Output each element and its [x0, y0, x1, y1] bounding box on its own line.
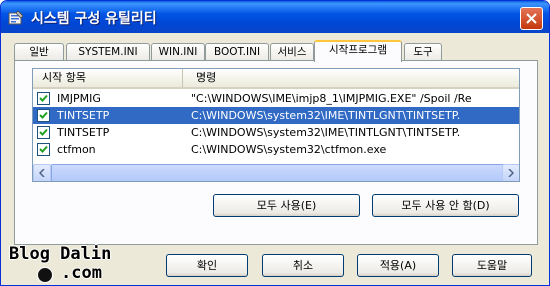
list-header: 시작 항목 명령 [33, 69, 519, 89]
watermark-line1: Blog Dalin [9, 244, 112, 264]
watermark-line2: .com [61, 263, 102, 283]
startup-list[interactable]: 시작 항목 명령 IMJPMIG "C:\WINDOWS\IME\imjp8_1… [32, 68, 520, 182]
startup-checkbox[interactable] [37, 126, 50, 139]
horizontal-scrollbar[interactable] [33, 164, 519, 181]
apply-button[interactable]: 적용(A) [357, 254, 439, 277]
startup-item-name: TINTSETP [57, 109, 110, 122]
enable-all-button[interactable]: 모두 사용(E) [213, 194, 360, 217]
help-button[interactable]: 도움말 [452, 254, 532, 277]
ok-button[interactable]: 확인 [166, 254, 248, 277]
chevron-right-icon [508, 169, 514, 177]
column-header-item[interactable]: 시작 항목 [33, 69, 183, 87]
watermark-ball-icon [37, 267, 53, 283]
title-bar[interactable]: 시스템 구성 유틸리티 [1, 1, 549, 33]
startup-checkbox[interactable] [37, 109, 50, 122]
tab-win-ini[interactable]: WIN.INI [151, 43, 205, 60]
checkmark-icon [39, 94, 48, 102]
disable-all-button[interactable]: 모두 사용 안 함(D) [372, 194, 519, 217]
column-header-command[interactable]: 명령 [187, 69, 216, 87]
close-icon [526, 13, 537, 24]
list-item[interactable]: TINTSETP C:\WINDOWS\system32\IME\TINTLGN… [33, 124, 519, 141]
startup-item-command: C:\WINDOWS\system32\ctfmon.exe [191, 143, 387, 156]
tab-general[interactable]: 일반 [14, 43, 64, 60]
close-button[interactable] [520, 7, 543, 30]
startup-item-name: ctfmon [57, 143, 96, 156]
tab-system-ini[interactable]: SYSTEM.INI [66, 43, 150, 60]
scroll-right-button[interactable] [502, 164, 519, 181]
checkmark-icon [39, 145, 48, 153]
startup-panel: 시작 항목 명령 IMJPMIG "C:\WINDOWS\IME\imjp8_1… [14, 60, 538, 245]
scroll-left-button[interactable] [33, 164, 51, 181]
tab-tools[interactable]: 도구 [404, 43, 442, 60]
startup-item-command: C:\WINDOWS\system32\IME\TINTLGNT\TINTSET… [191, 126, 461, 139]
system-configuration-window: 시스템 구성 유틸리티 일반 SYSTEM.INI WIN.INI BOOT.I… [0, 0, 550, 286]
app-icon [8, 10, 24, 26]
list-item-selected[interactable]: TINTSETP C:\WINDOWS\system32\IME\TINTLGN… [33, 107, 519, 124]
list-item[interactable]: ctfmon C:\WINDOWS\system32\ctfmon.exe [33, 141, 519, 158]
tab-boot-ini[interactable]: BOOT.INI [205, 43, 269, 60]
list-item[interactable]: IMJPMIG "C:\WINDOWS\IME\imjp8_1\IMJPMIG.… [33, 90, 519, 107]
blog-watermark: Blog Dalin .com [9, 244, 112, 284]
chevron-left-icon [39, 169, 45, 177]
startup-checkbox[interactable] [37, 92, 50, 105]
startup-item-name: IMJPMIG [57, 92, 101, 105]
tab-startup[interactable]: 시작프로그램 [314, 40, 402, 62]
tab-services[interactable]: 서비스 [270, 43, 314, 60]
scroll-thumb[interactable] [51, 164, 505, 181]
startup-item-command: C:\WINDOWS\system32\IME\TINTLGNT\TINTSET… [191, 109, 461, 122]
checkmark-icon [39, 111, 48, 119]
window-title: 시스템 구성 유틸리티 [31, 11, 157, 27]
startup-checkbox[interactable] [37, 143, 50, 156]
startup-item-name: TINTSETP [57, 126, 110, 139]
cancel-button[interactable]: 취소 [262, 254, 344, 277]
checkmark-icon [39, 128, 48, 136]
startup-item-command: "C:\WINDOWS\IME\imjp8_1\IMJPMIG.EXE" /Sp… [191, 92, 472, 105]
